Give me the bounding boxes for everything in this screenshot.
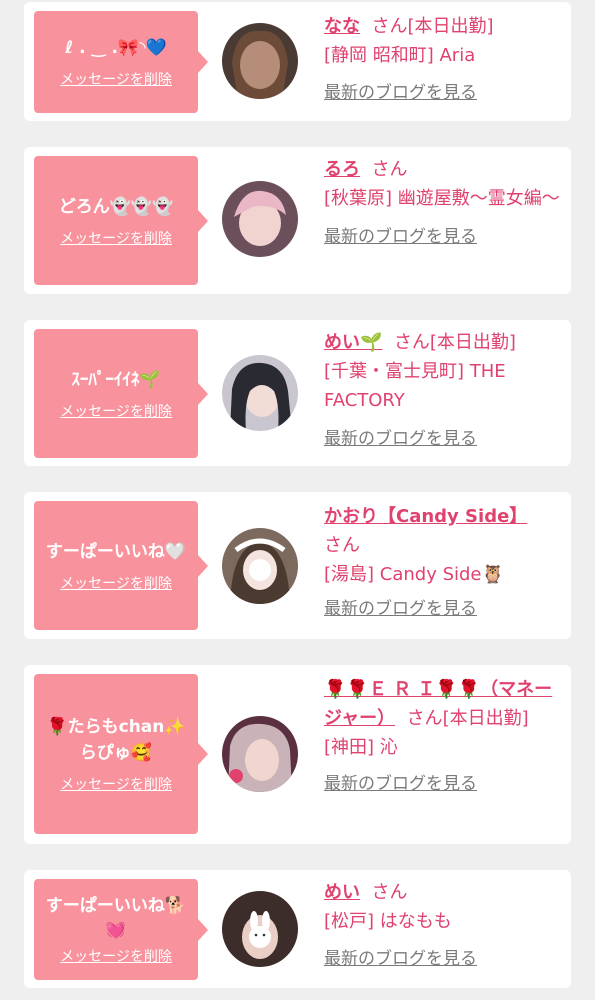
- avatar[interactable]: [222, 23, 298, 99]
- honorific: さん: [406, 708, 443, 729]
- message-text: 🌹たらもchan✨らぴゅ🥰: [46, 717, 186, 763]
- honorific: さん: [371, 882, 408, 903]
- card-ruro: どろん👻👻👻 メッセージを削除 るろ さん [秋葉原] 幽遊屋敷～霊女編～ 最新…: [24, 147, 571, 294]
- shop-label: [秋葉原] 幽遊屋敷～霊女編～: [324, 188, 560, 209]
- message-text: どろん👻👻👻: [58, 196, 174, 217]
- cast-info: るろ さん [秋葉原] 幽遊屋敷～霊女編～ 最新のブログを見る: [324, 155, 564, 252]
- message-text: すーぱーいいね🐕💓: [45, 895, 187, 940]
- message-bubble: ℓ . ‿ .🎀◝💙 メッセージを削除: [34, 11, 208, 113]
- cast-name-link[interactable]: るろ: [324, 159, 360, 180]
- shop-label: [松戸] はなもも: [324, 911, 452, 932]
- shop-label: [千葉・富士見町] THE FACTORY: [324, 361, 506, 411]
- blog-link[interactable]: 最新のブログを見る: [324, 595, 564, 624]
- status-label: [本日出勤]: [429, 332, 516, 353]
- delete-message-link[interactable]: メッセージを削除: [60, 946, 172, 966]
- message-text: すーぱーいいね🤍: [45, 541, 187, 562]
- delete-message-link[interactable]: メッセージを削除: [60, 228, 172, 248]
- cast-name-link[interactable]: めい: [324, 882, 360, 903]
- message-bubble: 🌹たらもchan✨らぴゅ🥰 メッセージを削除: [34, 674, 208, 834]
- message-bubble: すーぱーいいね🤍 メッセージを削除: [34, 501, 208, 630]
- blog-link[interactable]: 最新のブログを見る: [324, 770, 564, 799]
- card-mei-sprout: ｽｰﾊﾟｰｲｲﾈ🌱 メッセージを削除 めい🌱 さん[本日出勤] [千葉・富士見町…: [24, 320, 571, 466]
- message-text: ｽｰﾊﾟｰｲｲﾈ🌱: [71, 369, 161, 390]
- shop-label: [静岡 昭和町] Aria: [324, 45, 476, 66]
- cast-info: めい🌱 さん[本日出勤] [千葉・富士見町] THE FACTORY 最新のブロ…: [324, 328, 564, 454]
- message-text: ℓ . ‿ .🎀◝💙: [65, 38, 167, 58]
- status-label: [本日出勤]: [442, 708, 529, 729]
- shop-label: [湯島] Candy Side🦉: [324, 564, 504, 585]
- delete-message-link[interactable]: メッセージを削除: [60, 69, 172, 89]
- status-label: [本日出勤]: [407, 16, 494, 37]
- honorific: さん: [371, 16, 408, 37]
- cast-info: めい さん [松戸] はなもも 最新のブログを見る: [324, 878, 564, 974]
- avatar[interactable]: [222, 355, 298, 431]
- avatar[interactable]: [222, 528, 298, 604]
- cast-name-link[interactable]: かおり【Candy Side】: [324, 506, 527, 527]
- avatar[interactable]: [222, 181, 298, 257]
- cast-info: かおり【Candy Side】 さん [湯島] Candy Side🦉 最新のブ…: [324, 502, 564, 624]
- avatar[interactable]: [222, 891, 298, 967]
- delete-message-link[interactable]: メッセージを削除: [60, 774, 172, 794]
- message-bubble: すーぱーいいね🐕💓 メッセージを削除: [34, 879, 208, 980]
- delete-message-link[interactable]: メッセージを削除: [60, 401, 172, 421]
- blog-link[interactable]: 最新のブログを見る: [324, 79, 564, 108]
- blog-link[interactable]: 最新のブログを見る: [324, 425, 564, 454]
- message-bubble: どろん👻👻👻 メッセージを削除: [34, 156, 208, 285]
- cast-name-link[interactable]: なな: [324, 16, 360, 37]
- cast-info: 🌹🌹Ｅ Ｒ Ｉ🌹🌹（マネージャー） さん[本日出勤] [神田] 沁 最新のブログ…: [324, 675, 564, 799]
- shop-label: [神田] 沁: [324, 737, 398, 758]
- message-bubble: ｽｰﾊﾟｰｲｲﾈ🌱 メッセージを削除: [34, 329, 208, 458]
- honorific: さん: [393, 332, 430, 353]
- card-nana: ℓ . ‿ .🎀◝💙 メッセージを削除 なな さん[本日出勤] [静岡 昭和町]…: [24, 2, 571, 121]
- cast-name-link[interactable]: めい🌱: [324, 332, 382, 353]
- cast-info: なな さん[本日出勤] [静岡 昭和町] Aria 最新のブログを見る: [324, 12, 564, 108]
- card-mei: すーぱーいいね🐕💓 メッセージを削除 めい さん [松戸] はなもも 最新のブロ…: [24, 870, 571, 988]
- card-kaori: すーぱーいいね🤍 メッセージを削除 かおり【Candy Side】 さん [湯島…: [24, 492, 571, 639]
- blog-link[interactable]: 最新のブログを見る: [324, 223, 564, 252]
- honorific: さん: [324, 535, 360, 556]
- honorific: さん: [371, 159, 408, 180]
- delete-message-link[interactable]: メッセージを削除: [60, 573, 172, 593]
- card-eri: 🌹たらもchan✨らぴゅ🥰 メッセージを削除 🌹🌹Ｅ Ｒ Ｉ🌹🌹（マネージャー）…: [24, 665, 571, 844]
- avatar[interactable]: [222, 716, 298, 792]
- blog-link[interactable]: 最新のブログを見る: [324, 945, 564, 974]
